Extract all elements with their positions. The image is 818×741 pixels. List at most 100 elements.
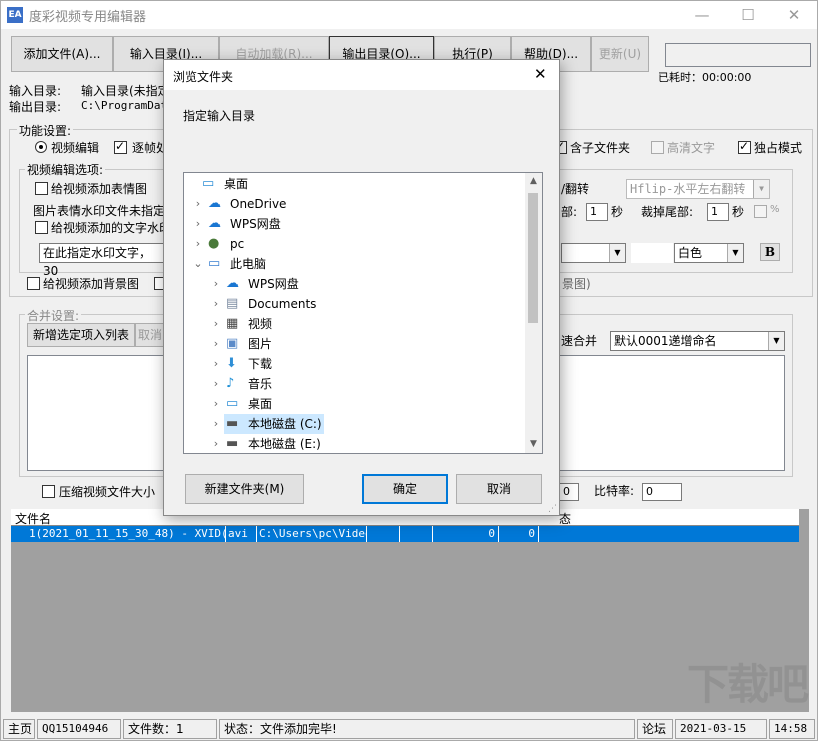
- tree-item[interactable]: ›▣图片: [184, 334, 524, 354]
- chevron-right-icon[interactable]: ›: [210, 334, 222, 354]
- status-file-count: 文件数：1: [123, 719, 217, 739]
- header-filename[interactable]: 文件名: [15, 510, 51, 527]
- chevron-right-icon[interactable]: ›: [210, 414, 222, 434]
- merge-list-right[interactable]: [559, 355, 785, 471]
- chevron-right-icon[interactable]: ›: [210, 274, 222, 294]
- video-edit-radio[interactable]: [35, 141, 47, 153]
- output-dir-label: 输出目录:: [9, 98, 61, 115]
- color-select[interactable]: 白色 ▼: [674, 243, 744, 263]
- chevron-right-icon[interactable]: ›: [210, 294, 222, 314]
- update-button[interactable]: 更新(U): [591, 36, 649, 72]
- status-home[interactable]: 主页: [3, 719, 35, 739]
- close-button[interactable]: ✕: [771, 1, 817, 29]
- tree-item[interactable]: ›▭桌面: [184, 394, 524, 414]
- tree-item[interactable]: ›☁WPS网盘: [184, 274, 524, 294]
- percent-checkbox[interactable]: [754, 205, 767, 218]
- tree-item[interactable]: › ☁ OneDrive: [184, 194, 524, 214]
- add-background-checkbox[interactable]: [27, 277, 40, 290]
- tree-item-label: 此电脑: [230, 254, 266, 274]
- hd-text-checkbox[interactable]: [651, 141, 664, 154]
- cell-path: C:\Users\pc\Video: [257, 526, 367, 542]
- video-icon: ▦: [226, 317, 242, 331]
- drive-icon: ▬: [226, 437, 242, 451]
- head-trim-input[interactable]: 1: [586, 203, 608, 221]
- font-select[interactable]: ▼: [561, 243, 626, 263]
- tree-item[interactable]: ›☁WPS网盘: [184, 214, 524, 234]
- folder-tree[interactable]: ›▬本地磁盘 (E:)›▬本地磁盘 (C:)›▭桌面›♪音乐›⬇下载›▣图片›▦…: [183, 172, 543, 454]
- chevron-down-icon[interactable]: ⌄: [192, 254, 204, 274]
- tree-item[interactable]: ▭桌面: [184, 174, 524, 194]
- chevron-right-icon[interactable]: ›: [192, 234, 204, 254]
- tree-item[interactable]: ›▦视频: [184, 314, 524, 334]
- cancel-button[interactable]: 取消: [456, 474, 542, 504]
- tree-item-label: 本地磁盘 (C:): [248, 414, 322, 434]
- chevron-right-icon[interactable]: ›: [192, 194, 204, 214]
- scroll-down-icon[interactable]: ▼: [525, 436, 542, 453]
- naming-select[interactable]: 默认0001递增命名 ▼: [610, 331, 785, 351]
- merge-list-left[interactable]: [27, 355, 167, 471]
- chevron-right-icon[interactable]: ›: [210, 314, 222, 334]
- tree-item[interactable]: ›♪音乐: [184, 374, 524, 394]
- head-trim-label: 部:: [561, 203, 577, 220]
- chevron-right-icon[interactable]: ›: [210, 434, 222, 454]
- chevron-right-icon[interactable]: ›: [210, 354, 222, 374]
- tree-item-label: 本地磁盘 (E:): [248, 434, 321, 454]
- compress-value-input[interactable]: 0: [559, 483, 579, 501]
- tree-item[interactable]: ⌄▭此电脑: [184, 254, 524, 274]
- input-dir-label: 输入目录:: [9, 82, 61, 99]
- resize-grip-icon[interactable]: ⋰: [548, 504, 557, 514]
- maximize-button[interactable]: ☐: [725, 1, 771, 29]
- add-background-label: 给视频添加背景图: [43, 275, 139, 292]
- flip-select[interactable]: Hflip-水平左右翻转 ▼: [626, 179, 770, 199]
- chevron-right-icon[interactable]: ›: [210, 374, 222, 394]
- frame-process-checkbox[interactable]: [114, 141, 127, 154]
- header-status[interactable]: 态: [559, 510, 571, 527]
- tree-scrollbar[interactable]: ▲ ▼: [525, 173, 542, 453]
- function-settings-title: 功能设置:: [17, 122, 73, 139]
- color-swatch[interactable]: [631, 243, 673, 263]
- tree-item[interactable]: › ▬ 本地磁盘 (E:): [184, 434, 524, 454]
- tree-item[interactable]: ›⬇下载: [184, 354, 524, 374]
- tail-trim-input[interactable]: 1: [707, 203, 729, 221]
- drive-icon: ▬: [226, 417, 242, 431]
- merge-settings-title: 合并设置:: [25, 307, 81, 324]
- tree-item-label: 桌面: [248, 394, 272, 414]
- ok-button[interactable]: 确定: [362, 474, 448, 504]
- chevron-down-icon: ▼: [768, 332, 784, 350]
- add-emoji-checkbox[interactable]: [35, 182, 48, 195]
- chevron-right-icon[interactable]: ›: [192, 214, 204, 234]
- tail-trim-unit: 秒: [732, 203, 744, 220]
- add-text-watermark-checkbox[interactable]: [35, 221, 48, 234]
- bold-button[interactable]: B: [760, 243, 780, 261]
- cancel-selected-button[interactable]: 取消: [135, 323, 165, 347]
- tree-item[interactable]: ›●pc: [184, 234, 524, 254]
- dialog-close-icon[interactable]: ✕: [534, 65, 547, 83]
- app-icon: EA: [7, 7, 23, 23]
- cloud-icon: ☁: [226, 277, 242, 291]
- music-icon: ♪: [226, 377, 242, 391]
- background-suffix: 景图): [562, 275, 591, 292]
- bitrate-input[interactable]: 0: [642, 483, 682, 501]
- status-date: 2021-03-15: [675, 719, 767, 739]
- scroll-thumb[interactable]: [528, 193, 538, 323]
- new-folder-button[interactable]: 新建文件夹(M): [185, 474, 304, 504]
- cloud-icon: ☁: [208, 197, 224, 211]
- compress-checkbox[interactable]: [42, 485, 55, 498]
- text-watermark-input[interactable]: 在此指定水印文字，30: [39, 243, 167, 263]
- output-dir-value: C:\ProgramData: [81, 99, 174, 112]
- scroll-up-icon[interactable]: ▲: [525, 173, 542, 190]
- add-selected-button[interactable]: 新增选定项入列表: [27, 323, 135, 347]
- chevron-right-icon[interactable]: ›: [210, 394, 222, 414]
- table-row[interactable]: 1(2021_01_11_15_30_48) - XVID(1) avi C:\…: [11, 526, 799, 542]
- tree-item[interactable]: ›▬本地磁盘 (C:): [224, 414, 324, 434]
- tree-item-label: OneDrive: [230, 194, 286, 214]
- minimize-button[interactable]: —: [679, 1, 725, 29]
- tree-item[interactable]: ›▤Documents: [184, 294, 524, 314]
- exclusive-mode-checkbox[interactable]: [738, 141, 751, 154]
- add-text-watermark-label: 给视频添加的文字水印: [51, 219, 171, 236]
- video-options-title: 视频编辑选项:: [25, 161, 105, 178]
- status-forum[interactable]: 论坛: [637, 719, 673, 739]
- add-file-button[interactable]: 添加文件(A)...: [11, 36, 113, 72]
- watermark-logo: 下载吧: [687, 651, 807, 712]
- percent-label: %: [770, 204, 780, 215]
